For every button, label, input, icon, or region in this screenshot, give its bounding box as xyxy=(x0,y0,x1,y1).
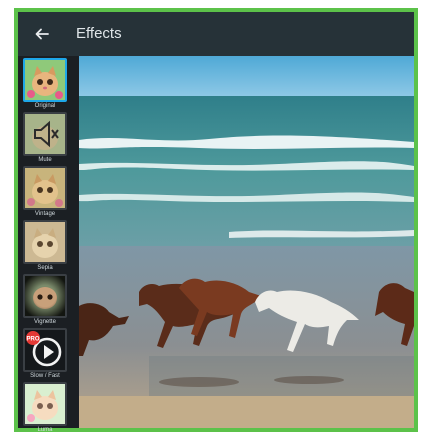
kitten-thumbnail-sepia-icon xyxy=(23,220,67,264)
kitten-thumbnail-icon xyxy=(23,58,67,102)
effect-label: Luma xyxy=(37,427,53,433)
horses-on-beach-image xyxy=(79,56,414,428)
effect-label: Mute xyxy=(38,157,52,163)
effect-vintage[interactable]: Vintage xyxy=(23,166,67,217)
effect-luma[interactable]: Luma xyxy=(23,382,67,433)
video-preview[interactable] xyxy=(79,56,414,428)
kitten-thumbnail-luma-icon xyxy=(23,382,67,426)
effect-label: Vignette xyxy=(34,319,56,325)
effect-slow-fast[interactable]: PRO Slow / Fast xyxy=(23,328,67,379)
speed-play-icon: PRO xyxy=(23,328,67,372)
kitten-thumbnail-vintage-icon xyxy=(23,166,67,210)
page-title: Effects xyxy=(76,25,122,42)
effect-vignette[interactable]: Vignette xyxy=(23,274,67,325)
pro-badge: PRO xyxy=(26,337,39,343)
effects-sidebar: Original Mute Vintage Sepia Vignette PRO… xyxy=(18,56,78,433)
effect-label: Original xyxy=(34,103,56,109)
app-bar: Effects xyxy=(18,12,414,56)
speaker-mute-icon xyxy=(23,112,67,156)
effect-sepia[interactable]: Sepia xyxy=(23,220,67,271)
effect-label: Vintage xyxy=(34,211,56,217)
back-button[interactable] xyxy=(28,20,56,48)
kitten-thumbnail-vignette-icon xyxy=(23,274,67,318)
arrow-back-icon xyxy=(35,28,49,40)
effect-label: Slow / Fast xyxy=(30,373,60,379)
effect-mute[interactable]: Mute xyxy=(23,112,67,163)
effect-original[interactable]: Original xyxy=(23,58,67,109)
app-frame: Effects Original Mute Vintage Sepia Vign… xyxy=(14,8,418,433)
effect-label: Sepia xyxy=(37,265,53,271)
